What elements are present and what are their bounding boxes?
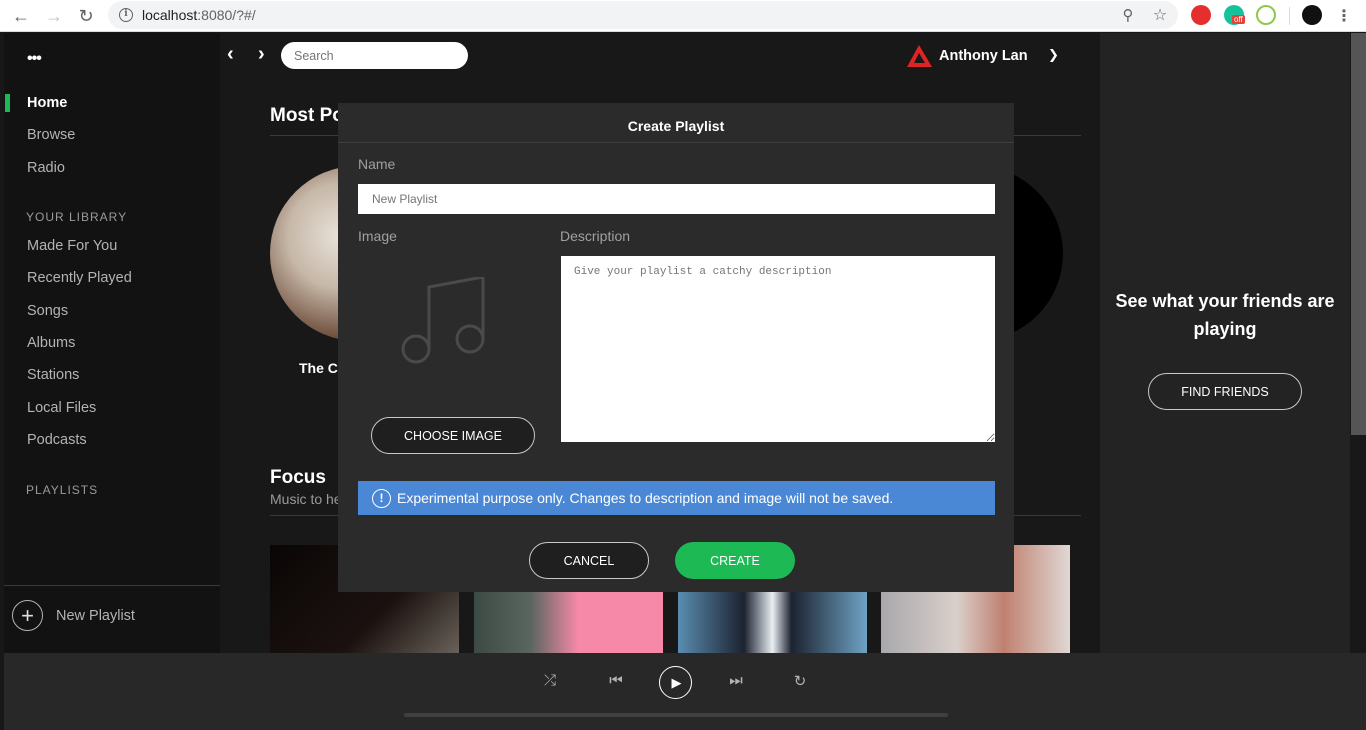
library-heading: YOUR LIBRARY	[26, 210, 128, 224]
back-icon[interactable]: ←	[9, 4, 33, 28]
playlists-heading: PLAYLISTS	[26, 483, 99, 497]
sidebar-item-made-for-you[interactable]: Made For You	[27, 238, 117, 254]
playlist-name-input[interactable]	[358, 184, 995, 214]
section-subtitle-focus: Music to he	[270, 491, 342, 507]
reload-icon[interactable]: ↻	[74, 4, 98, 28]
music-note-icon	[401, 277, 485, 364]
search-input[interactable]	[281, 42, 468, 69]
image-label: Image	[358, 228, 397, 244]
active-indicator	[5, 94, 10, 112]
friends-title: See what your friends are playing	[1115, 291, 1335, 339]
create-button[interactable]: CREATE	[675, 542, 795, 579]
new-playlist-label: New Playlist	[56, 607, 135, 624]
section-title-focus: Focus	[270, 467, 326, 488]
scrollbar-thumb[interactable]	[1351, 33, 1366, 435]
star-icon[interactable]: ☆	[1148, 3, 1172, 27]
sidebar-item-stations[interactable]: Stations	[27, 367, 79, 383]
adblock-icon[interactable]	[1191, 5, 1211, 25]
plus-icon: +	[12, 600, 43, 631]
find-friends-button[interactable]: FIND FRIENDS	[1148, 373, 1302, 410]
url-path: :8080/?#/	[197, 7, 256, 23]
address-bar[interactable]: i localhost:8080/?#/ ⚲ ☆	[108, 1, 1178, 29]
new-playlist-button[interactable]: + New Playlist	[12, 600, 135, 631]
zoom-icon[interactable]: ⚲	[1116, 3, 1140, 27]
previous-icon[interactable]: ⏮	[604, 672, 628, 689]
sidebar: ••• Home Browse Radio YOUR LIBRARY Made …	[4, 33, 220, 653]
play-icon: ▶	[671, 674, 682, 690]
toolbar-divider	[1289, 7, 1290, 25]
sidebar-item-recently-played[interactable]: Recently Played	[27, 270, 132, 286]
sidebar-item-home[interactable]: Home	[27, 95, 67, 111]
grammarly-icon[interactable]: off	[1224, 5, 1245, 25]
alert-text: Experimental purpose only. Changes to de…	[397, 490, 894, 506]
sidebar-item-songs[interactable]: Songs	[27, 303, 68, 319]
sidebar-item-radio[interactable]: Radio	[27, 160, 65, 176]
url-text: localhost:8080/?#/	[142, 7, 256, 23]
play-button[interactable]: ▶	[659, 666, 692, 699]
user-logo-icon	[907, 45, 932, 67]
forward-icon[interactable]: →	[42, 4, 66, 28]
grammarly-badge: off	[1232, 15, 1245, 24]
shuffle-icon[interactable]: ⤮	[538, 672, 562, 689]
sidebar-item-browse[interactable]: Browse	[27, 127, 75, 143]
page-scrollbar[interactable]	[1351, 33, 1366, 653]
sidebar-item-albums[interactable]: Albums	[27, 335, 75, 351]
choose-image-button[interactable]: CHOOSE IMAGE	[371, 417, 535, 454]
kebab-menu-icon[interactable]: ⋮	[1332, 4, 1356, 28]
cancel-button[interactable]: CANCEL	[529, 542, 649, 579]
chevron-down-icon[interactable]: ❯	[1048, 47, 1059, 63]
section-title-most-popular: Most Po	[270, 105, 344, 126]
next-icon[interactable]: ⏭	[724, 672, 748, 689]
user-name: Anthony Lan	[939, 48, 1028, 64]
name-label: Name	[358, 156, 396, 172]
exclamation-icon: !	[372, 488, 391, 508]
create-playlist-modal: Create Playlist Name Image Description C…	[338, 103, 1014, 592]
modal-divider	[338, 142, 1014, 143]
url-host: localhost	[142, 7, 198, 23]
sidebar-item-local-files[interactable]: Local Files	[27, 400, 96, 416]
more-icon[interactable]: •••	[27, 50, 42, 68]
sidebar-item-podcasts[interactable]: Podcasts	[27, 432, 87, 448]
sidebar-divider	[4, 585, 220, 586]
info-alert: ! Experimental purpose only. Changes to …	[358, 481, 995, 515]
repeat-icon[interactable]: ↻	[788, 672, 812, 690]
progress-bar[interactable]	[404, 713, 948, 717]
forward-arrow-icon[interactable]: ›	[258, 43, 265, 66]
info-icon[interactable]: i	[119, 8, 133, 22]
nodejs-icon[interactable]	[1256, 5, 1276, 25]
modal-title: Create Playlist	[627, 118, 725, 134]
player-bar: ⤮ ⏮ ▶ ⏭ ↻	[4, 653, 1366, 730]
friend-activity-panel: See what your friends are playing FIND F…	[1100, 33, 1350, 653]
description-label: Description	[560, 228, 631, 244]
profile-avatar[interactable]	[1302, 5, 1322, 25]
user-menu[interactable]: Anthony Lan	[906, 44, 1028, 68]
browser-toolbar: ← → ↻ i localhost:8080/?#/ ⚲ ☆ off ⋮	[0, 0, 1366, 32]
description-textarea[interactable]	[561, 256, 995, 442]
back-arrow-icon[interactable]: ‹	[227, 43, 234, 66]
artist-name[interactable]: The Cl	[299, 360, 342, 376]
